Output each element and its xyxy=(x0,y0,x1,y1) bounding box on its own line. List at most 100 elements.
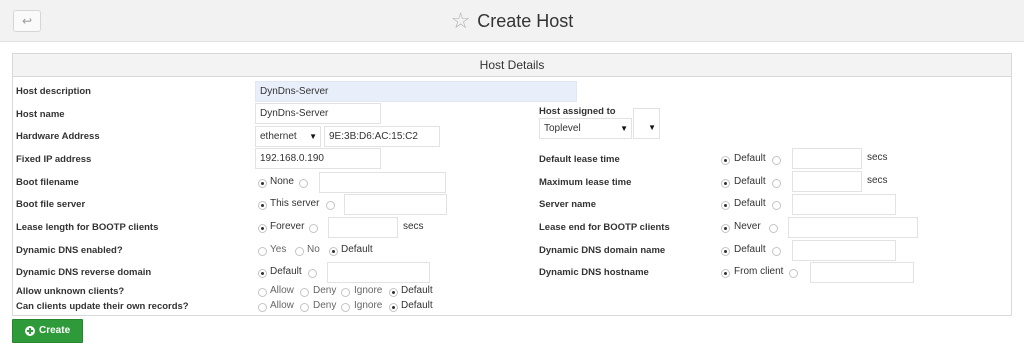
lease-length-custom-radio[interactable] xyxy=(309,224,318,233)
ddns-hostname-input[interactable] xyxy=(810,262,914,283)
server-name-default-radio[interactable] xyxy=(721,201,730,210)
create-button-label: Create xyxy=(39,325,71,336)
max-lease-default-label: Default xyxy=(734,176,766,187)
host-description-input[interactable]: DynDns-Server xyxy=(255,81,577,102)
allow-unknown-allow-radio[interactable] xyxy=(258,288,267,297)
hardware-type-value: ethernet xyxy=(260,131,297,142)
ddns-enabled-yes-label: Yes xyxy=(270,244,287,255)
boot-file-server-label: Boot file server xyxy=(16,199,86,210)
panel-title: Host Details xyxy=(13,54,1011,77)
boot-server-this-label: This server xyxy=(270,198,320,209)
star-icon[interactable]: ☆ xyxy=(451,8,471,33)
server-name-custom-radio[interactable] xyxy=(772,201,781,210)
server-name-label: Server name xyxy=(539,199,597,210)
host-assigned-to-select[interactable]: Toplevel ▼ xyxy=(539,118,632,139)
max-lease-custom-radio[interactable] xyxy=(772,179,781,188)
host-name-input[interactable]: DynDns-Server xyxy=(255,103,381,124)
max-lease-time-label: Maximum lease time xyxy=(539,177,632,188)
ddns-enabled-no-radio[interactable] xyxy=(295,247,304,256)
boot-server-custom-radio[interactable] xyxy=(326,201,335,210)
ddns-enabled-no-label: No xyxy=(307,244,320,255)
host-description-label: Host description xyxy=(16,86,91,97)
lease-length-unit: secs xyxy=(403,221,424,232)
host-assigned-to-extra-select[interactable]: ▼ xyxy=(633,108,660,139)
boot-filename-none-radio[interactable] xyxy=(258,179,267,188)
default-lease-time-input[interactable] xyxy=(792,148,862,169)
ddns-domain-custom-radio[interactable] xyxy=(772,247,781,256)
ddns-enabled-default-radio[interactable] xyxy=(329,247,338,256)
server-name-input[interactable] xyxy=(792,194,896,215)
fixed-ip-input[interactable]: 192.168.0.190 xyxy=(255,148,381,169)
ddns-domain-name-input[interactable] xyxy=(792,240,896,261)
ddns-domain-name-label: Dynamic DNS domain name xyxy=(539,245,666,256)
clients-update-ignore-radio[interactable] xyxy=(341,303,350,312)
ddns-hostname-custom-radio[interactable] xyxy=(789,269,798,278)
host-name-label: Host name xyxy=(16,109,65,120)
server-name-default-label: Default xyxy=(734,198,766,209)
lease-end-input[interactable] xyxy=(788,217,918,238)
ddns-enabled-yes-radio[interactable] xyxy=(258,247,267,256)
ddns-reverse-default-radio[interactable] xyxy=(258,269,267,278)
allow-unknown-label: Allow unknown clients? xyxy=(16,286,125,297)
lease-end-never-label: Never xyxy=(734,221,761,232)
ddns-reverse-custom-radio[interactable] xyxy=(308,269,317,278)
dropdown-caret-icon: ▼ xyxy=(620,124,628,133)
allow-unknown-ignore-radio[interactable] xyxy=(341,288,350,297)
allow-unknown-ignore-label: Ignore xyxy=(354,285,383,296)
lease-length-bootp-label: Lease length for BOOTP clients xyxy=(16,222,159,233)
default-lease-default-radio[interactable] xyxy=(721,156,730,165)
host-details-panel: Host Details Host description DynDns-Ser… xyxy=(12,53,1012,316)
hardware-address-input[interactable]: 9E:3B:D6:AC:15:C2 xyxy=(324,126,440,147)
ddns-hostname-from-client-label: From client xyxy=(734,266,784,277)
lease-length-forever-radio[interactable] xyxy=(258,224,267,233)
page-header: ↩ ☆ Create Host xyxy=(0,0,1024,42)
dropdown-caret-icon: ▼ xyxy=(309,132,317,141)
boot-filename-none-label: None xyxy=(270,176,294,187)
fixed-ip-label: Fixed IP address xyxy=(16,154,92,165)
dropdown-caret-icon: ▼ xyxy=(648,123,656,132)
max-lease-unit: secs xyxy=(867,175,888,186)
max-lease-time-input[interactable] xyxy=(792,171,862,192)
default-lease-time-label: Default lease time xyxy=(539,154,620,165)
boot-filename-label: Boot filename xyxy=(16,177,79,188)
create-button[interactable]: Create xyxy=(12,319,83,343)
ddns-domain-default-radio[interactable] xyxy=(721,247,730,256)
clients-update-default-radio[interactable] xyxy=(389,303,398,312)
hardware-type-select[interactable]: ethernet ▼ xyxy=(255,126,321,147)
clients-update-allow-radio[interactable] xyxy=(258,303,267,312)
clients-update-allow-label: Allow xyxy=(270,300,294,311)
ddns-reverse-domain-label: Dynamic DNS reverse domain xyxy=(16,267,152,278)
boot-server-this-radio[interactable] xyxy=(258,201,267,210)
ddns-hostname-from-client-radio[interactable] xyxy=(721,269,730,278)
default-lease-default-label: Default xyxy=(734,153,766,164)
title-wrap: ☆ Create Host xyxy=(0,0,1024,42)
ddns-enabled-label: Dynamic DNS enabled? xyxy=(16,245,123,256)
clients-update-label: Can clients update their own records? xyxy=(16,301,189,312)
ddns-hostname-label: Dynamic DNS hostname xyxy=(539,267,649,278)
allow-unknown-deny-radio[interactable] xyxy=(300,288,309,297)
lease-end-bootp-label: Lease end for BOOTP clients xyxy=(539,222,670,233)
allow-unknown-default-radio[interactable] xyxy=(389,288,398,297)
lease-length-forever-label: Forever xyxy=(270,221,305,232)
ddns-enabled-default-label: Default xyxy=(341,244,373,255)
allow-unknown-default-label: Default xyxy=(401,285,433,296)
lease-end-never-radio[interactable] xyxy=(721,224,730,233)
clients-update-deny-radio[interactable] xyxy=(300,303,309,312)
default-lease-custom-radio[interactable] xyxy=(772,156,781,165)
lease-end-custom-radio[interactable] xyxy=(769,224,778,233)
clients-update-default-label: Default xyxy=(401,300,433,311)
page-title: Create Host xyxy=(477,11,574,31)
host-assigned-to-value: Toplevel xyxy=(544,123,581,134)
boot-file-server-input[interactable] xyxy=(344,194,447,215)
allow-unknown-deny-label: Deny xyxy=(313,285,337,296)
boot-filename-custom-radio[interactable] xyxy=(299,179,308,188)
max-lease-default-radio[interactable] xyxy=(721,179,730,188)
plus-circle-icon xyxy=(25,326,35,336)
allow-unknown-allow-label: Allow xyxy=(270,285,294,296)
boot-filename-input[interactable] xyxy=(319,172,446,193)
ddns-reverse-domain-input[interactable] xyxy=(327,262,430,283)
clients-update-ignore-label: Ignore xyxy=(354,300,383,311)
default-lease-unit: secs xyxy=(867,152,888,163)
ddns-domain-default-label: Default xyxy=(734,244,766,255)
lease-length-input[interactable] xyxy=(328,217,398,238)
